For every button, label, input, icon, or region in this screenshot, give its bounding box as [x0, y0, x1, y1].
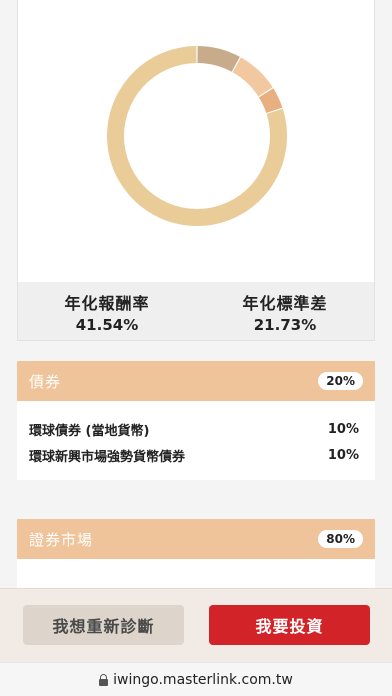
equities-percent-badge: 80%: [318, 530, 363, 548]
fund-name: 環球債券 (當地貨幣): [29, 423, 150, 439]
annual-std-stat: 年化標準差 21.73%: [196, 282, 374, 340]
browser-url-bar[interactable]: iwingo.masterlink.com.tw: [0, 662, 392, 696]
url-text: iwingo.masterlink.com.tw: [113, 671, 293, 688]
annual-return-stat: 年化報酬率 41.54%: [18, 282, 196, 340]
allocation-donut-chart: [107, 46, 287, 226]
donut-slice-2: [232, 57, 273, 97]
fund-name: 環球新興市場強勢貨幣債券: [29, 449, 186, 465]
bonds-section: 債券 20% 環球債券 (當地貨幣) 10% 環球新興市場強勢貨幣債券 10%: [17, 361, 375, 480]
annual-std-label: 年化標準差: [242, 294, 328, 313]
invest-button[interactable]: 我要投資: [209, 605, 370, 645]
fund-row[interactable]: 環球新興市場強勢貨幣債券 10%: [17, 442, 375, 468]
portfolio-stats: 年化報酬率 41.54% 年化標準差 21.73%: [18, 282, 374, 340]
donut-slice-1: [197, 46, 240, 72]
bonds-percent-badge: 20%: [318, 372, 363, 390]
lock-icon: [99, 673, 109, 686]
equities-section-title: 證券市場: [29, 530, 94, 549]
fund-percent: 10%: [327, 421, 359, 437]
bonds-section-title: 債券: [29, 372, 62, 391]
fund-percent: 10%: [327, 447, 359, 463]
action-bar: 我想重新診斷 我要投資: [0, 588, 392, 662]
rediagnose-button[interactable]: 我想重新診斷: [23, 605, 184, 645]
annual-std-value: 21.73%: [253, 316, 317, 334]
portfolio-summary-card: 年化報酬率 41.54% 年化標準差 21.73%: [17, 0, 375, 341]
annual-return-label: 年化報酬率: [64, 294, 150, 313]
equities-section-header[interactable]: 證券市場 80%: [17, 519, 375, 559]
equities-section: 證券市場 80%: [17, 519, 375, 588]
bonds-section-header[interactable]: 債券 20%: [17, 361, 375, 401]
annual-return-value: 41.54%: [75, 316, 139, 334]
fund-row[interactable]: 環球債券 (當地貨幣) 10%: [17, 416, 375, 442]
